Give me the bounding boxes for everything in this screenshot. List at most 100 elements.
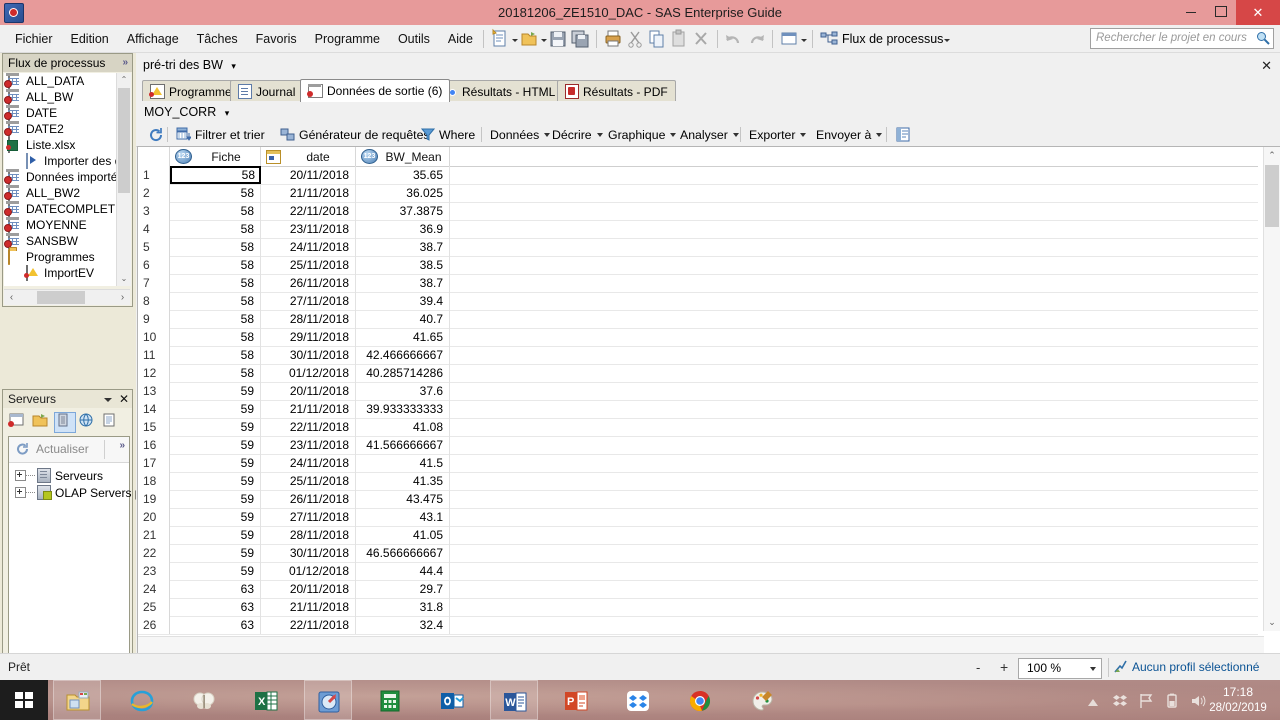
column-header-fiche[interactable]: 123 Fiche: [170, 147, 261, 166]
tree-item-moyenne[interactable]: MOYENNE: [4, 216, 117, 233]
cell-date[interactable]: 29/11/2018: [261, 328, 356, 346]
folder-icon[interactable]: [31, 412, 51, 431]
table-row[interactable]: 9 58 28/11/2018 40.7: [138, 310, 1258, 329]
properties-button[interactable]: [892, 124, 914, 145]
cell-date[interactable]: 01/12/2018: [261, 562, 356, 580]
tree-item-datecomplete[interactable]: DATECOMPLETE: [4, 200, 117, 217]
cell-date[interactable]: 20/11/2018: [261, 166, 356, 184]
tree-item-importer-des-donnees[interactable]: Importer des do: [4, 152, 117, 169]
flag-action-center-icon[interactable]: [1138, 693, 1154, 709]
word-icon[interactable]: W: [490, 680, 538, 720]
scroll-down-arrow-icon[interactable]: ⌄: [117, 272, 131, 286]
cell-fiche[interactable]: 58: [170, 274, 261, 292]
save-icon[interactable]: [548, 28, 568, 50]
cell-bw-mean[interactable]: 39.933333333: [356, 400, 450, 418]
taskbar-clock[interactable]: 17:18 28/02/2019: [1202, 684, 1274, 716]
menu-favoris[interactable]: Favoris: [247, 28, 306, 50]
cell-bw-mean[interactable]: 38.7: [356, 274, 450, 292]
table-row[interactable]: 18 59 25/11/2018 41.35: [138, 472, 1258, 491]
cell-bw-mean[interactable]: 43.475: [356, 490, 450, 508]
copy-icon[interactable]: [647, 28, 667, 50]
cell-bw-mean[interactable]: 39.4: [356, 292, 450, 310]
scroll-right-arrow-icon[interactable]: ›: [115, 290, 130, 305]
table-row[interactable]: 10 58 29/11/2018 41.65: [138, 328, 1258, 347]
cell-date[interactable]: 20/11/2018: [261, 382, 356, 400]
open-folder-dropdown-icon[interactable]: [540, 28, 547, 50]
tree-item-all-bw2[interactable]: ALL_BW2: [4, 184, 117, 201]
table-row[interactable]: 25 63 21/11/2018 31.8: [138, 598, 1258, 617]
paste-icon[interactable]: [669, 28, 689, 50]
redo-icon[interactable]: [746, 28, 766, 50]
cell-date[interactable]: 25/11/2018: [261, 256, 356, 274]
data-grid[interactable]: 123 Fiche date 123 BW_Mean 1 58 20/11/20…: [137, 146, 1280, 653]
show-hidden-icons-arrow[interactable]: [1088, 696, 1098, 706]
table-row[interactable]: 16 59 23/11/2018 41.566666667: [138, 436, 1258, 455]
refresh-label[interactable]: Actualiser: [36, 442, 89, 456]
table-row[interactable]: 19 59 26/11/2018 43.475: [138, 490, 1258, 509]
calculator-icon[interactable]: [366, 680, 414, 720]
cell-bw-mean[interactable]: 37.6: [356, 382, 450, 400]
refresh-icon[interactable]: [15, 442, 30, 457]
tree-item-importev[interactable]: ImportEV: [4, 264, 117, 281]
cell-bw-mean[interactable]: 36.025: [356, 184, 450, 202]
cell-fiche[interactable]: 59: [170, 526, 261, 544]
cell-fiche[interactable]: 58: [170, 346, 261, 364]
table-row[interactable]: 1 58 20/11/2018 35.65: [138, 166, 1258, 185]
paint-icon[interactable]: [738, 680, 786, 720]
cell-fiche[interactable]: 59: [170, 544, 261, 562]
tree-item-all-data[interactable]: ALL_DATA: [4, 73, 117, 89]
flux-de-processus-button[interactable]: Flux de processus: [818, 28, 952, 50]
search-project-box[interactable]: Rechercher le projet en cours: [1090, 28, 1274, 49]
tree-item-liste-xlsx[interactable]: Liste.xlsx: [4, 136, 117, 153]
cell-date[interactable]: 01/12/2018: [261, 364, 356, 382]
tree-item-date[interactable]: DATE: [4, 104, 117, 121]
cell-date[interactable]: 30/11/2018: [261, 346, 356, 364]
cell-date[interactable]: 27/11/2018: [261, 508, 356, 526]
minimize-button[interactable]: [1176, 0, 1206, 25]
dataset-selector[interactable]: MOY_CORR ▾: [144, 105, 229, 119]
cell-bw-mean[interactable]: 38.7: [356, 238, 450, 256]
sas-enterprise-guide-icon[interactable]: [304, 680, 352, 720]
open-folder-icon[interactable]: [519, 28, 539, 50]
table-row[interactable]: 5 58 24/11/2018 38.7: [138, 238, 1258, 257]
scroll-down-arrow-icon[interactable]: ⌄: [1264, 614, 1280, 631]
cell-date[interactable]: 22/11/2018: [261, 418, 356, 436]
cell-fiche[interactable]: 58: [170, 328, 261, 346]
table-row[interactable]: 20 59 27/11/2018 43.1: [138, 508, 1258, 527]
dropbox-icon[interactable]: [614, 680, 662, 720]
tab-resultats-pdf[interactable]: Résultats - PDF: [557, 80, 676, 102]
flux-dropdown-icon[interactable]: [943, 28, 951, 50]
query-builder-button[interactable]: Générateur de requêtes: [276, 124, 434, 145]
flux-vertical-scrollbar[interactable]: ⌃ ⌄: [116, 73, 131, 286]
cell-fiche[interactable]: 59: [170, 562, 261, 580]
column-header-date[interactable]: date: [261, 147, 356, 166]
cell-date[interactable]: 22/11/2018: [261, 616, 356, 634]
column-header-bw-mean[interactable]: 123 BW_Mean: [356, 147, 450, 166]
cell-bw-mean[interactable]: 41.5: [356, 454, 450, 472]
cell-date[interactable]: 28/11/2018: [261, 310, 356, 328]
undo-icon[interactable]: [724, 28, 744, 50]
overflow-chevron-icon[interactable]: »: [119, 440, 125, 451]
cell-fiche[interactable]: 63: [170, 580, 261, 598]
cell-bw-mean[interactable]: 41.566666667: [356, 436, 450, 454]
tree-item-date2[interactable]: DATE2: [4, 120, 117, 137]
tree-item-all-bw[interactable]: ALL_BW: [4, 88, 117, 105]
where-button[interactable]: Where: [417, 124, 479, 145]
table-row[interactable]: 4 58 23/11/2018 36.9: [138, 220, 1258, 239]
tree-item-programmes[interactable]: Programmes: [4, 248, 117, 265]
table-row[interactable]: 26 63 22/11/2018 32.4: [138, 616, 1258, 635]
cell-bw-mean[interactable]: 36.9: [356, 220, 450, 238]
cell-fiche[interactable]: 59: [170, 472, 261, 490]
save-all-icon[interactable]: [570, 28, 590, 50]
chevron-down-icon[interactable]: [1090, 667, 1096, 671]
dropbox-tray-icon[interactable]: [1112, 693, 1128, 709]
cell-date[interactable]: 23/11/2018: [261, 436, 356, 454]
cell-fiche[interactable]: 59: [170, 400, 261, 418]
menu-outils[interactable]: Outils: [389, 28, 439, 50]
web-icon[interactable]: [77, 412, 97, 431]
new-document-icon[interactable]: [490, 28, 510, 50]
powerpoint-icon[interactable]: P: [552, 680, 600, 720]
zoom-in-button[interactable]: +: [1000, 659, 1008, 675]
scroll-up-arrow-icon[interactable]: ⌃: [1264, 147, 1280, 164]
cell-fiche[interactable]: 58: [170, 184, 261, 202]
